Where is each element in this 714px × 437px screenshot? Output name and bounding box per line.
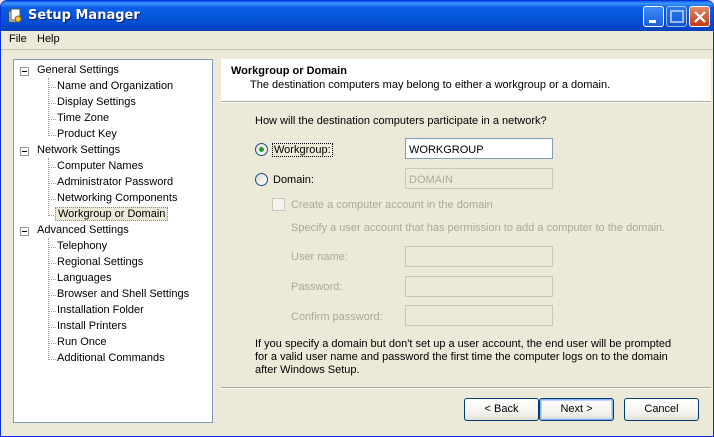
tree-line bbox=[48, 103, 56, 104]
window-title: Setup Manager bbox=[28, 8, 140, 23]
setup-manager-icon bbox=[8, 8, 22, 23]
network-question: How will the destination computers parti… bbox=[255, 115, 547, 127]
tree-line bbox=[48, 279, 56, 280]
password-input[interactable] bbox=[405, 276, 553, 297]
tree-item-run-once[interactable]: Run Once bbox=[57, 336, 107, 348]
maximize-button[interactable] bbox=[666, 6, 687, 27]
collapse-icon[interactable] bbox=[20, 147, 29, 156]
domain-note-line1: If you specify a domain but don't set up… bbox=[255, 338, 672, 350]
tree-line bbox=[48, 343, 56, 344]
workgroup-label[interactable]: Workgroup: bbox=[272, 143, 333, 157]
close-icon bbox=[694, 11, 706, 23]
tree-item-telephony[interactable]: Telephony bbox=[57, 240, 107, 252]
maximize-icon bbox=[670, 10, 684, 23]
menu-bar: File Help bbox=[1, 31, 713, 49]
tree-item-product-key[interactable]: Product Key bbox=[57, 128, 117, 140]
create-account-label[interactable]: Create a computer account in the domain bbox=[291, 199, 493, 211]
tree-group-general[interactable]: General Settings bbox=[37, 64, 119, 76]
tree-line bbox=[48, 263, 56, 264]
tree-group-network[interactable]: Network Settings bbox=[37, 144, 120, 156]
confirm-password-input[interactable] bbox=[405, 305, 553, 326]
tree-group-advanced[interactable]: Advanced Settings bbox=[37, 224, 129, 236]
collapse-icon[interactable] bbox=[20, 67, 29, 76]
create-account-checkbox[interactable] bbox=[272, 198, 285, 211]
domain-radio[interactable] bbox=[255, 173, 268, 186]
close-button[interactable] bbox=[689, 6, 710, 27]
username-input[interactable] bbox=[405, 246, 553, 267]
tree-line bbox=[48, 359, 56, 360]
tree-item-installation-folder[interactable]: Installation Folder bbox=[57, 304, 144, 316]
tree-line bbox=[48, 247, 56, 248]
tree-line bbox=[48, 238, 49, 360]
domain-label[interactable]: Domain: bbox=[273, 174, 314, 186]
collapse-icon[interactable] bbox=[20, 227, 29, 236]
page-header: Workgroup or Domain The destination comp… bbox=[221, 59, 711, 101]
tree-line bbox=[48, 327, 56, 328]
tree-line bbox=[48, 167, 56, 168]
tree-line bbox=[48, 295, 56, 296]
tree-item-display-settings[interactable]: Display Settings bbox=[57, 96, 136, 108]
workgroup-input[interactable] bbox=[405, 138, 553, 159]
setup-manager-window: Setup Manager File Help General Settings… bbox=[0, 0, 714, 437]
domain-note-line3: after Windows Setup. bbox=[255, 364, 360, 376]
specify-account-text: Specify a user account that has permissi… bbox=[291, 222, 666, 234]
username-label: User name: bbox=[291, 251, 348, 263]
page-subtitle: The destination computers may belong to … bbox=[250, 79, 611, 91]
workgroup-radio[interactable] bbox=[255, 143, 268, 156]
menu-help[interactable]: Help bbox=[37, 33, 60, 45]
tree-item-regional-settings[interactable]: Regional Settings bbox=[57, 256, 143, 268]
tree-item-networking-components[interactable]: Networking Components bbox=[57, 192, 177, 204]
menu-file[interactable]: File bbox=[9, 33, 27, 45]
password-label: Password: bbox=[291, 281, 343, 293]
back-button[interactable]: < Back bbox=[464, 398, 539, 421]
tree-line bbox=[48, 199, 56, 200]
minimize-button[interactable] bbox=[643, 6, 664, 27]
domain-note-line2: for a valid user name and password the f… bbox=[255, 351, 668, 363]
tree-line bbox=[48, 183, 56, 184]
title-bar[interactable]: Setup Manager bbox=[1, 1, 713, 31]
cancel-button[interactable]: Cancel bbox=[624, 398, 699, 421]
tree-item-time-zone[interactable]: Time Zone bbox=[57, 112, 109, 124]
tree-line bbox=[48, 311, 56, 312]
footer-divider bbox=[221, 387, 711, 389]
tree-line bbox=[48, 135, 56, 136]
confirm-password-label: Confirm password: bbox=[291, 311, 383, 323]
minimize-icon bbox=[649, 20, 656, 23]
header-divider bbox=[221, 101, 711, 103]
tree-item-name-and-organization[interactable]: Name and Organization bbox=[57, 80, 173, 92]
tree-line bbox=[48, 87, 56, 88]
page-title: Workgroup or Domain bbox=[231, 65, 347, 77]
tree-line bbox=[48, 119, 56, 120]
tree-item-administrator-password[interactable]: Administrator Password bbox=[57, 176, 173, 188]
tree-item-workgroup-or-domain[interactable]: Workgroup or Domain bbox=[55, 207, 169, 221]
tree-item-browser-and-shell-settings[interactable]: Browser and Shell Settings bbox=[57, 288, 189, 300]
tree-item-computer-names[interactable]: Computer Names bbox=[57, 160, 143, 172]
tree-item-additional-commands[interactable]: Additional Commands bbox=[57, 352, 165, 364]
domain-input[interactable] bbox=[405, 168, 553, 189]
next-button[interactable]: Next > bbox=[539, 398, 614, 421]
tree-item-install-printers[interactable]: Install Printers bbox=[57, 320, 127, 332]
tree-item-languages[interactable]: Languages bbox=[57, 272, 111, 284]
settings-tree[interactable]: General Settings Name and Organization D… bbox=[13, 59, 213, 423]
menu-divider bbox=[1, 49, 713, 50]
